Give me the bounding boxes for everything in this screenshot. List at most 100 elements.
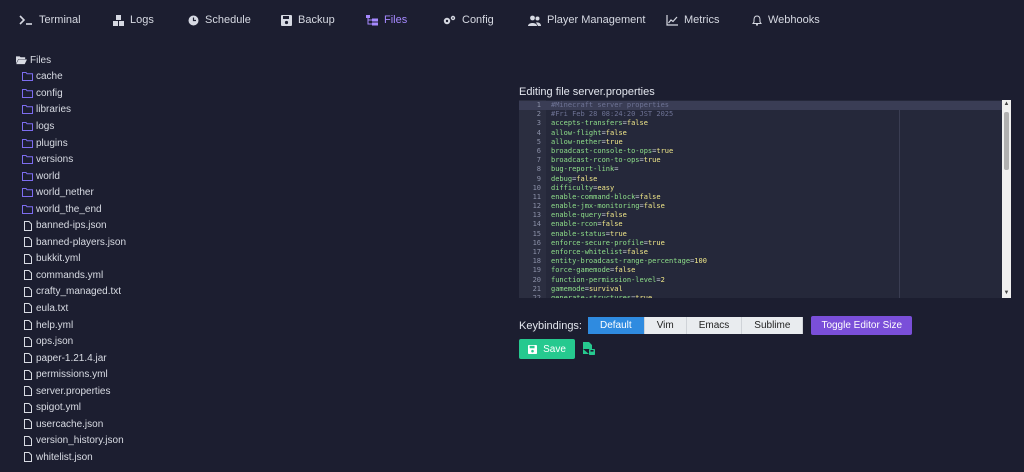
tree-folder-label: plugins — [36, 137, 68, 149]
tree-file[interactable]: whitelist.json — [16, 449, 316, 466]
file-icon — [22, 386, 33, 397]
tree-root[interactable]: Files — [16, 52, 316, 69]
tree-folder-label: cache — [36, 71, 63, 83]
line-number: 15 — [532, 229, 541, 238]
property-value: 2 — [660, 275, 665, 284]
tree-file[interactable]: usercache.json — [16, 416, 316, 433]
editor-scrollbar[interactable]: ▲ ▼ — [1002, 100, 1011, 298]
property-value: true — [635, 293, 653, 298]
folder-icon — [22, 138, 33, 149]
tab-metrics[interactable]: Metrics — [666, 10, 719, 30]
code-line: 16 enforce-secure-profile=true — [519, 239, 1009, 248]
property-key: enable-jmx-monitoring — [551, 202, 640, 211]
code-line: 11 enable-command-block=false — [519, 193, 1009, 202]
line-number: 21 — [532, 284, 541, 293]
file-icon — [22, 303, 33, 314]
file-save-icon[interactable] — [583, 342, 595, 360]
tab-logs[interactable]: Logs — [113, 10, 154, 30]
tree-folder[interactable]: libraries — [16, 102, 316, 119]
property-value: true — [647, 238, 665, 247]
code-comment: #Fri Feb 28 08:24:20 JST 2025 — [551, 110, 674, 119]
tree-file-label: usercache.json — [36, 418, 104, 430]
tab-label: Schedule — [205, 14, 251, 26]
code-line: 20 function-permission-level=2 — [519, 276, 1009, 285]
file-icon — [22, 369, 33, 380]
file-icon — [22, 270, 33, 281]
tree-file-label: banned-ips.json — [36, 220, 107, 232]
tab-config[interactable]: Config — [443, 10, 494, 30]
terminal-icon — [19, 15, 32, 25]
tab-schedule[interactable]: Schedule — [188, 10, 251, 30]
tree-file[interactable]: eula.txt — [16, 300, 316, 317]
tree-folder[interactable]: plugins — [16, 135, 316, 152]
code-line: 21 gamemode=survival — [519, 285, 1009, 294]
code-line: 8 bug-report-link= — [519, 165, 1009, 174]
keybinding-option[interactable]: Sublime — [742, 317, 804, 334]
tree-file-label: commands.yml — [36, 269, 104, 281]
tree-file-label: version_history.json — [36, 435, 124, 447]
tree-file[interactable]: banned-ips.json — [16, 217, 316, 234]
nav-tabs: Terminal Logs Schedule Backup Files Conf… — [0, 0, 1024, 38]
line-number: 4 — [536, 128, 541, 137]
property-value: false — [605, 211, 627, 220]
line-number: 7 — [536, 156, 541, 165]
scroll-down-icon[interactable]: ▼ — [1003, 290, 1010, 297]
tree-file[interactable]: paper-1.21.4.jar — [16, 350, 316, 367]
code-line: 14 enable-rcon=false — [519, 220, 1009, 229]
tree-file[interactable]: permissions.yml — [16, 366, 316, 383]
property-value: easy — [597, 183, 615, 192]
tab-player-management[interactable]: Player Management — [528, 10, 645, 30]
keybinding-option[interactable]: Default — [588, 317, 645, 334]
property-value: 100 — [694, 257, 707, 266]
scroll-thumb[interactable] — [1004, 112, 1009, 170]
tree-folder[interactable]: cache — [16, 69, 316, 86]
tab-webhooks[interactable]: Webhooks — [752, 10, 820, 30]
tree-file[interactable]: version_history.json — [16, 433, 316, 450]
code-line: 7 broadcast-rcon-to-ops=true — [519, 156, 1009, 165]
save-button[interactable]: Save — [519, 339, 575, 359]
tab-files[interactable]: Files — [366, 10, 407, 30]
tab-label: Player Management — [547, 14, 646, 26]
tab-terminal[interactable]: Terminal — [19, 10, 81, 30]
property-key: enable-rcon — [551, 220, 598, 229]
property-value: true — [605, 137, 623, 146]
tab-backup[interactable]: Backup — [281, 10, 335, 30]
file-icon — [22, 336, 33, 347]
file-icon — [22, 419, 33, 430]
tree-file[interactable]: server.properties — [16, 383, 316, 400]
property-key: difficulty — [551, 183, 594, 192]
line-number: 22 — [532, 293, 541, 298]
tree-folder-label: versions — [36, 154, 74, 166]
tree-file[interactable]: ops.json — [16, 333, 316, 350]
property-value: false — [605, 128, 627, 137]
folder-icon — [22, 187, 33, 198]
property-value: false — [626, 248, 648, 256]
tree-folder[interactable]: logs — [16, 118, 316, 135]
scroll-up-icon[interactable]: ▲ — [1003, 101, 1010, 108]
property-key: broadcast-console-to-ops — [551, 146, 653, 155]
tree-folder[interactable]: versions — [16, 151, 316, 168]
tree-folder[interactable]: world — [16, 168, 316, 185]
tree-folder[interactable]: config — [16, 85, 316, 102]
editor-title: Editing file server.properties — [519, 86, 655, 98]
tree-file[interactable]: commands.yml — [16, 267, 316, 284]
keybinding-option[interactable]: Vim — [644, 317, 687, 334]
keybinding-option[interactable]: Emacs — [686, 317, 743, 334]
property-value: false — [576, 174, 598, 183]
file-icon — [22, 353, 33, 364]
tree-file[interactable]: crafty_managed.txt — [16, 284, 316, 301]
tree-file[interactable]: banned-players.json — [16, 234, 316, 251]
tree-file[interactable]: bukkit.yml — [16, 251, 316, 268]
property-value: survival — [588, 284, 623, 293]
tree-folder[interactable]: world_nether — [16, 184, 316, 201]
code-comment: #Minecraft server properties — [551, 101, 670, 109]
bell-icon — [752, 14, 762, 26]
toggle-editor-size-button[interactable]: Toggle Editor Size — [811, 316, 913, 335]
tree-folder[interactable]: world_the_end — [16, 201, 316, 218]
code-editor[interactable]: 1 #Minecraft server properties 2 #Fri Feb 2… — [519, 100, 1011, 298]
folder-icon — [22, 71, 33, 82]
code-line: 12 enable-jmx-monitoring=false — [519, 202, 1009, 211]
code-line: 3 accepts-transfers=false — [519, 119, 1009, 128]
tree-file[interactable]: spigot.yml — [16, 399, 316, 416]
tree-file[interactable]: help.yml — [16, 317, 316, 334]
